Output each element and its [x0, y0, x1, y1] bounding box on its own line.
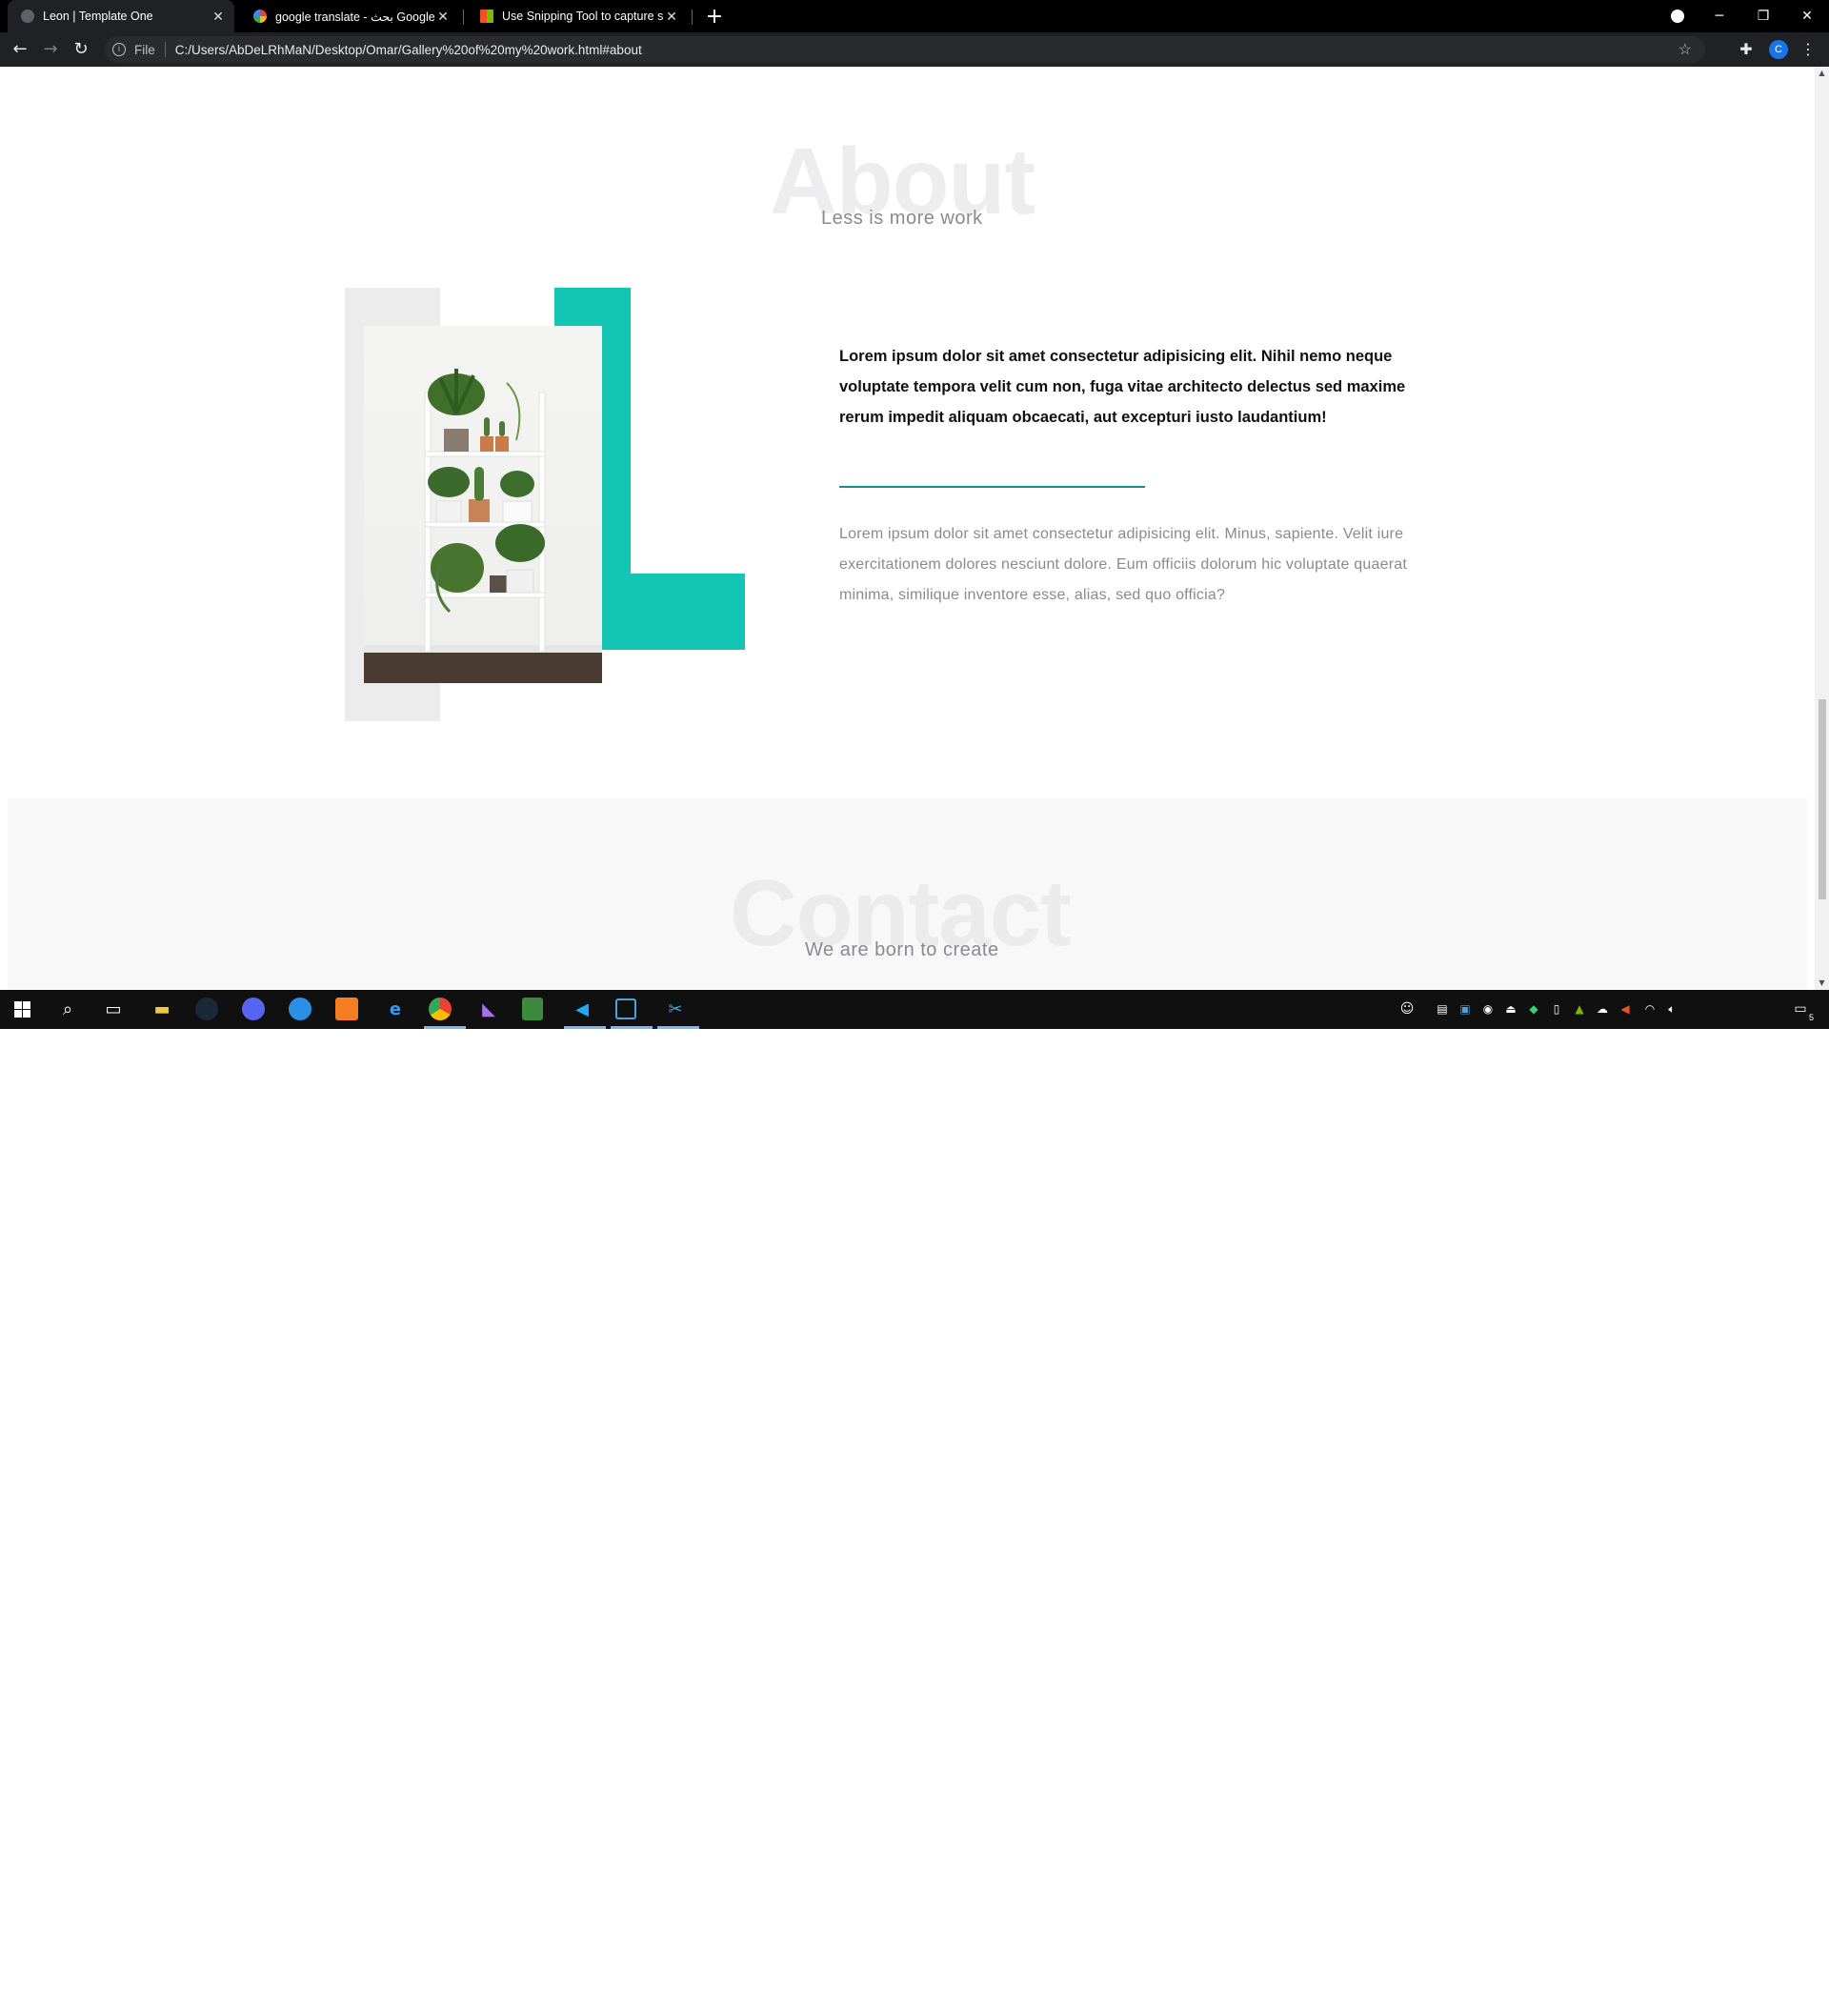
close-tab-icon[interactable]: ✕: [210, 9, 227, 25]
omnibox-divider: [164, 42, 166, 57]
scroll-down-arrow-icon[interactable]: ▼: [1815, 977, 1829, 990]
clock-date: 8/19/2021: [1723, 2001, 1775, 2014]
notification-count: 5: [1808, 1013, 1814, 1022]
more-menu-icon[interactable]: ⋮: [1799, 40, 1818, 59]
snipping-tool-icon[interactable]: ✂: [662, 996, 689, 1022]
task-view-icon[interactable]: ▭: [100, 996, 127, 1022]
clock-time: 6:36 PM: [1727, 1985, 1771, 1998]
edge-icon[interactable]: e: [382, 996, 409, 1022]
tab-title: Use Snipping Tool to capture scre: [502, 10, 663, 23]
bookmark-star-icon[interactable]: ☆: [1678, 40, 1692, 59]
forward-arrow-icon[interactable]: →: [39, 38, 62, 61]
new-tab-plus-icon[interactable]: +: [703, 5, 726, 29]
back-arrow-icon[interactable]: ←: [9, 38, 31, 61]
accent-divider: [839, 486, 1145, 488]
system-clock[interactable]: 6:36 PM 8/19/2021: [1712, 1984, 1786, 2016]
close-window-icon[interactable]: ✕: [1785, 0, 1829, 32]
google-icon: [253, 10, 267, 23]
scrollbar-thumb[interactable]: [1819, 699, 1826, 899]
close-tab-icon[interactable]: ✕: [663, 9, 680, 25]
info-icon[interactable]: i: [112, 43, 126, 56]
url-text[interactable]: C:/Users/AbDeLRhMaN/Desktop/Omar/Gallery…: [175, 43, 642, 57]
close-tab-icon[interactable]: ✕: [434, 9, 452, 25]
xampp-icon[interactable]: [335, 998, 358, 1020]
extensions-puzzle-icon[interactable]: ✚: [1737, 40, 1756, 59]
tab-divider: [692, 10, 693, 25]
tab-leon-template[interactable]: Leon | Template One ✕: [8, 0, 234, 32]
tray-media-icon[interactable]: ◀: [1612, 996, 1638, 1022]
tab-title: google translate - بحث Google: [275, 10, 434, 24]
contact-section-subtitle: We are born to create: [805, 939, 999, 960]
messenger-icon[interactable]: [289, 998, 312, 1020]
notification-center-icon[interactable]: ▭ 5: [1787, 996, 1814, 1022]
tab-google-translate[interactable]: google translate - بحث Google ✕: [240, 0, 459, 32]
vertical-scrollbar[interactable]: ▲ ▼: [1815, 67, 1829, 990]
steam-icon[interactable]: [195, 998, 218, 1020]
about-lead-text: Lorem ipsum dolor sit amet consectetur a…: [839, 348, 1406, 426]
address-bar[interactable]: i File C:/Users/AbDeLRhMaN/Desktop/Omar/…: [105, 36, 1705, 63]
microsoft-icon: [480, 10, 493, 23]
globe-icon: [21, 10, 34, 23]
scheme-label: File: [134, 42, 155, 57]
scroll-up-arrow-icon[interactable]: ▲: [1815, 67, 1829, 80]
page-viewport: About Less is more work Lorem ipsum dolo…: [0, 67, 1815, 990]
tab-strip: Leon | Template One ✕ google translate -…: [0, 0, 1829, 32]
chrome-icon[interactable]: [429, 998, 452, 1020]
plant-shelf-image: [364, 326, 602, 683]
discord-icon[interactable]: [242, 998, 265, 1020]
input-language[interactable]: ENG: [1688, 1992, 1715, 2006]
tab-snipping-tool[interactable]: Use Snipping Tool to capture scre ✕: [467, 0, 688, 32]
plant-shelf-illustration: [364, 369, 602, 683]
windows-taskbar: ⌕ ▭ ▬ e ◣ ◀ ✂ ☺ ▤ ▣ ◉ ⏏ ◆ ▯ ▲ ☁ ◀ ◠ 🔈︎ E…: [0, 990, 1829, 2014]
visual-studio-icon[interactable]: ◣: [475, 996, 502, 1022]
volume-icon[interactable]: 🔈︎: [1658, 996, 1685, 1022]
profile-avatar[interactable]: C: [1769, 40, 1788, 59]
tab-divider: [463, 10, 464, 25]
app-frame-icon[interactable]: [615, 998, 636, 1019]
people-icon[interactable]: ☺: [1394, 996, 1420, 1022]
search-icon[interactable]: ⌕: [54, 996, 81, 1022]
reload-icon[interactable]: ↻: [70, 38, 92, 61]
tab-title: Leon | Template One: [43, 10, 153, 23]
minimize-icon[interactable]: ─: [1698, 0, 1741, 32]
notepad-plus-icon[interactable]: [522, 998, 543, 1020]
about-section-subtitle: Less is more work: [821, 208, 983, 229]
vscode-icon[interactable]: ◀: [569, 996, 595, 1022]
windows-start-icon[interactable]: [9, 996, 35, 1022]
toolbar: ← → ↻ i File C:/Users/AbDeLRhMaN/Desktop…: [0, 32, 1829, 67]
tab-search-icon[interactable]: [1656, 0, 1699, 32]
about-body-text: Lorem ipsum dolor sit amet consectetur a…: [839, 526, 1407, 603]
file-explorer-icon[interactable]: ▬: [149, 996, 175, 1022]
restore-icon[interactable]: ❐: [1741, 0, 1785, 32]
